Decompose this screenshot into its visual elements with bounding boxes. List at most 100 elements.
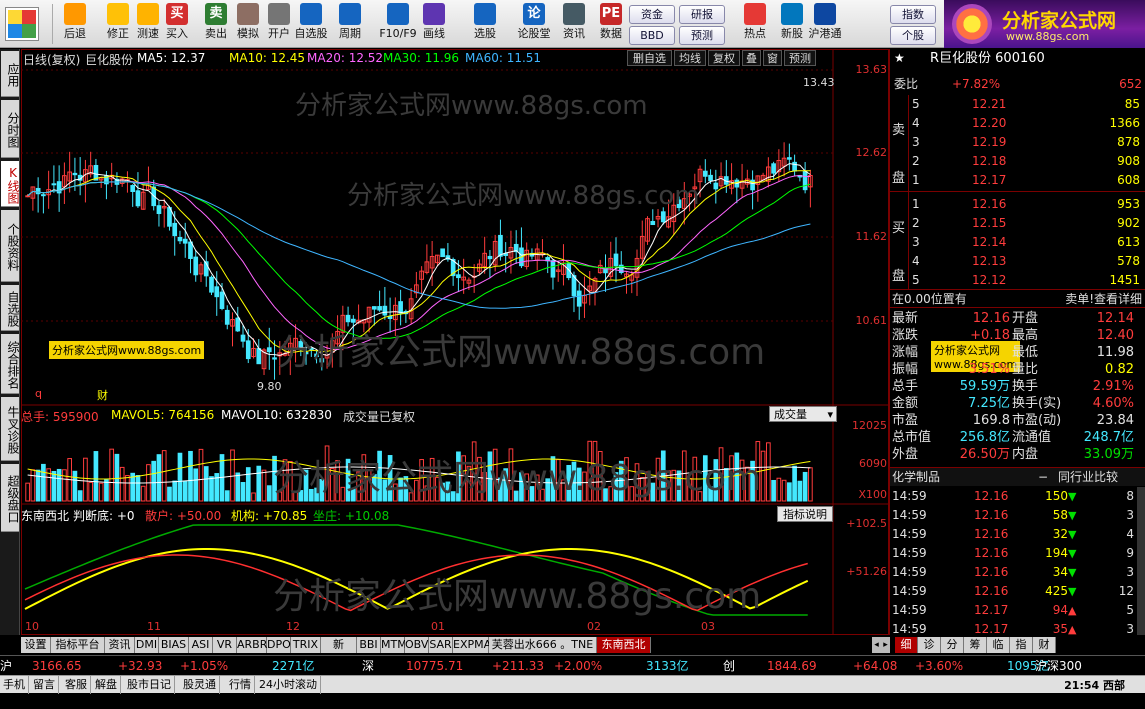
status-item[interactable]: 股灵通 [180, 676, 220, 694]
indicator-tab[interactable]: TRIX [291, 637, 321, 653]
tab-scroll-left[interactable]: ◂ [872, 637, 881, 653]
toolbar-clock-button[interactable]: 周期 [333, 2, 367, 46]
indicator-tab[interactable]: 东南西北 [597, 637, 651, 653]
indicator-tab[interactable]: 新DMA [321, 637, 357, 667]
status-item[interactable]: 股市日记 [124, 676, 175, 694]
status-item[interactable]: 解盘 [92, 676, 121, 694]
quote-tab[interactable]: 指 [1010, 637, 1033, 653]
index-ticker: 沪 3166.65 +32.93 +1.05% 2271亿 深 10775.71 +211.3… [0, 655, 1145, 675]
indicator-tab[interactable]: EXPMA [453, 637, 491, 653]
sell-order-row[interactable]: 5 12.21 85 [890, 95, 1145, 114]
toolbar-pen-button[interactable]: 画线 [417, 2, 451, 46]
chart-tool-0[interactable]: 删自选 [627, 50, 672, 66]
toolbar-hammer-button[interactable]: 模拟 [231, 2, 265, 46]
indicator-tab[interactable]: SAR [429, 637, 453, 653]
industry-compare-link[interactable]: 同行业比较 [1058, 468, 1118, 487]
chart-tool-3[interactable]: 叠 [742, 50, 761, 66]
buy-order-row[interactable]: 5 12.12 1451 [890, 271, 1145, 290]
fund-button[interactable]: 资金 [629, 5, 675, 24]
marker-q[interactable]: q [35, 387, 42, 400]
index-name[interactable]: 深 [362, 656, 374, 676]
research-button[interactable]: 研报 [679, 5, 725, 24]
buy-order-row[interactable]: 3 12.14 613 [890, 233, 1145, 252]
indicator-tab[interactable]: DMI [135, 637, 159, 653]
tab-scroll-right[interactable]: ▸ [881, 637, 890, 653]
forecast-button[interactable]: 预测 [679, 26, 725, 45]
indicator-tab[interactable]: 资讯 [105, 637, 135, 653]
tab-apps[interactable]: 应用 [1, 51, 20, 97]
toolbar-ipo-button[interactable]: 新股 [775, 2, 809, 46]
position-detail-link[interactable]: 卖单!查看详细 [1065, 290, 1142, 309]
scrollbar[interactable] [1137, 487, 1145, 635]
order-volume: 902 [1117, 216, 1140, 230]
tab-super-order-book[interactable]: 超级盘口 [1, 464, 20, 532]
indicator-help-button[interactable]: 指标说明 [777, 506, 833, 522]
bbd-button[interactable]: BBD [629, 26, 675, 45]
app-logo-icon[interactable] [6, 8, 38, 40]
toolbar-discuss-button[interactable]: 论论股堂 [517, 2, 551, 46]
sell-order-row[interactable]: 4 12.20 1366 [890, 114, 1145, 133]
tab-diagnosis[interactable]: 牛叉诊股 [1, 397, 20, 461]
tab-ranking[interactable]: 综合排名 [1, 334, 20, 394]
status-item[interactable]: 手机 [0, 676, 29, 694]
toolbar-refresh-button[interactable]: 修正 [101, 2, 135, 46]
buy-order-row[interactable]: 1 12.16 953 [890, 195, 1145, 214]
volume-indicator-select[interactable]: 成交量 ▾ [769, 406, 837, 422]
chart-tool-2[interactable]: 复权 [708, 50, 740, 66]
toolbar-lock-button[interactable]: 开户 [262, 2, 296, 46]
toolbar-hot-button[interactable]: 热点 [738, 2, 772, 46]
quote-tab[interactable]: 诊 [918, 637, 941, 653]
quote-tab[interactable]: 临 [987, 637, 1010, 653]
quote-tab[interactable]: 财 [1033, 637, 1056, 653]
toolbar-sell-button[interactable]: 卖卖出 [199, 2, 233, 46]
indicator-tab[interactable]: OBV [405, 637, 429, 653]
stat-value: 4.60% [1092, 396, 1134, 411]
quote-tab[interactable]: 细 [895, 637, 918, 653]
toolbar-news-button[interactable]: 资讯 [557, 2, 591, 46]
buy-order-row[interactable]: 2 12.15 902 [890, 214, 1145, 233]
ticker-tail[interactable]: 沪深300 [1035, 656, 1082, 676]
indicator-tab[interactable]: 芙蓉出水666 。TNE [489, 637, 597, 653]
single-stock-button[interactable]: 个股 [890, 26, 936, 45]
toolbar-chart-select-button[interactable]: 选股 [468, 2, 502, 46]
star-icon[interactable]: ★ [894, 49, 905, 68]
chart-tool-1[interactable]: 均线 [674, 50, 706, 66]
indicator-tab[interactable]: BBI [357, 637, 381, 653]
index-name[interactable]: 沪 [0, 656, 12, 676]
chart-tool-4[interactable]: 窗 [763, 50, 782, 66]
minus-icon[interactable]: − [1038, 468, 1048, 487]
tab-watchlist[interactable]: 自选股 [1, 285, 20, 331]
tab-stock-profile[interactable]: 个股资料 [1, 210, 20, 282]
indicator-tab[interactable]: ASI [189, 637, 213, 653]
status-item[interactable]: 留言 [30, 676, 59, 694]
tab-kline[interactable]: K线图 [1, 161, 20, 207]
indicator-tab[interactable]: 指标平台 [51, 637, 105, 653]
quote-tab[interactable]: 分 [941, 637, 964, 653]
indicator-tab[interactable]: DPO [267, 637, 291, 653]
index-name[interactable]: 创 [723, 656, 735, 676]
status-item[interactable]: 行情 [226, 676, 255, 694]
index-button[interactable]: 指数 [890, 5, 936, 24]
marker-finance[interactable]: 财 [97, 387, 108, 403]
sell-order-row[interactable]: 2 12.18 908 [890, 152, 1145, 171]
toolbar-back-arrow-button[interactable]: 后退 [58, 2, 92, 46]
sell-order-row[interactable]: 1 12.17 608 [890, 171, 1145, 190]
tab-intraday[interactable]: 分时图 [1, 100, 20, 158]
status-item[interactable]: 24小时滚动 [256, 676, 321, 694]
toolbar-star-button[interactable]: 自选股 [294, 2, 328, 46]
quote-tab[interactable]: 筹 [964, 637, 987, 653]
toolbar-hk-connect-button[interactable]: 沪港通 [808, 2, 842, 46]
chart-tool-5[interactable]: 预测 [784, 50, 816, 66]
toolbar-buy-button[interactable]: 买买入 [160, 2, 194, 46]
indicator-tab[interactable]: ARBR [237, 637, 267, 653]
buy-order-row[interactable]: 4 12.13 578 [890, 252, 1145, 271]
toolbar-data-button[interactable]: PE 数据 [594, 2, 628, 46]
status-item[interactable]: 客服 [62, 676, 91, 694]
toolbar-info-doc-button[interactable]: F10/F9 [376, 2, 420, 46]
indicator-tab[interactable]: BIAS [159, 637, 189, 653]
indicator-tab[interactable]: VR [213, 637, 237, 653]
indicator-tab[interactable]: 设置 [21, 637, 51, 653]
indicator-tab[interactable]: MTM [381, 637, 407, 653]
stat-row: 总手 59.59万 换手 2.91% [890, 378, 1145, 395]
sell-order-row[interactable]: 3 12.19 878 [890, 133, 1145, 152]
